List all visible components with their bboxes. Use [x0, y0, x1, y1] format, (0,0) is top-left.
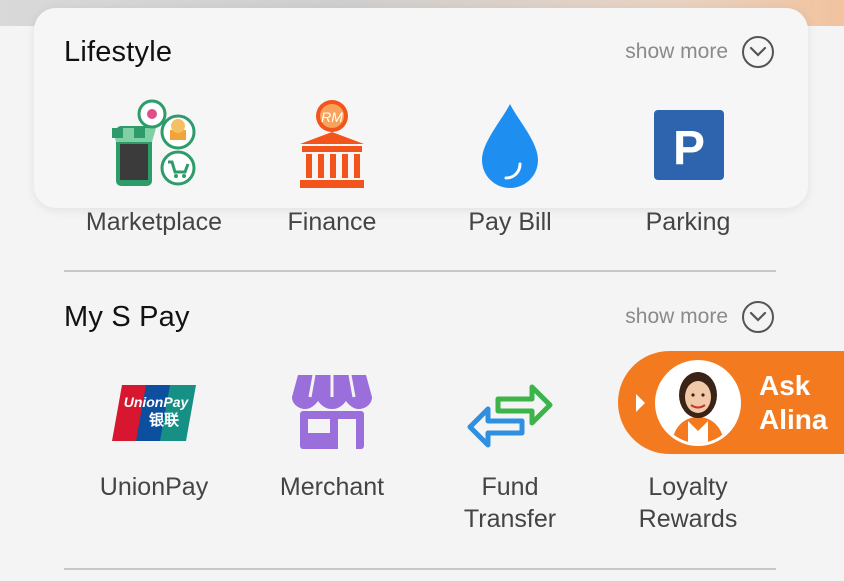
fund-transfer-icon — [420, 363, 600, 459]
water-drop-icon — [420, 98, 600, 194]
unionpay-brand-text: UnionPay — [124, 394, 190, 410]
finance-bank-icon: RM — [242, 98, 422, 194]
lifestyle-title: Lifestyle — [64, 36, 173, 68]
tile-label: Finance — [287, 208, 377, 236]
parking-letter: P — [673, 122, 705, 175]
tile-label: Parking — [645, 208, 731, 236]
lifestyle-item-pay-bill[interactable]: Pay Bill — [420, 98, 600, 238]
tile-label-line-2: Transfer — [463, 505, 557, 533]
marketplace-icon — [64, 98, 244, 194]
unionpay-icon: UnionPay 银联 — [64, 363, 244, 459]
ask-alina-text: Ask Alina — [759, 369, 827, 437]
tile-label-line-1: Loyalty — [648, 473, 728, 501]
my-s-pay-item-merchant[interactable]: Merchant — [242, 363, 422, 503]
unionpay-cn-text: 银联 — [149, 411, 180, 429]
play-arrow-icon — [636, 393, 645, 412]
merchant-store-icon — [242, 363, 422, 459]
lifestyle-item-finance[interactable]: RM Finance — [242, 98, 422, 238]
show-more-label: show more — [625, 40, 728, 63]
lifestyle-item-marketplace[interactable]: Marketplace — [64, 98, 244, 238]
lifestyle-item-parking[interactable]: P Parking — [598, 98, 778, 238]
ask-alina-button[interactable]: Ask Alina — [618, 351, 844, 454]
parking-icon: P — [598, 98, 778, 194]
tile-label: Pay Bill — [468, 208, 552, 236]
tile-label-line-2: Rewards — [638, 505, 738, 533]
tile-label: Fund Transfer — [420, 471, 600, 535]
tile-label-line-1: Fund — [481, 473, 539, 501]
ask-alina-line-1: Ask — [759, 369, 811, 401]
chevron-down-icon — [742, 36, 774, 68]
avatar — [655, 359, 741, 446]
tile-label: Loyalty Rewards — [598, 471, 778, 535]
my-s-pay-title: My S Pay — [64, 301, 190, 333]
section-divider — [64, 270, 776, 272]
show-more-label: show more — [625, 305, 728, 328]
finance-badge-text: RM — [321, 109, 343, 125]
my-s-pay-item-unionpay[interactable]: UnionPay 银联 UnionPay — [64, 363, 244, 503]
my-s-pay-item-fund-transfer[interactable]: Fund Transfer — [420, 363, 600, 535]
lifestyle-show-more-button[interactable]: show more — [625, 36, 774, 68]
my-s-pay-show-more-button[interactable]: show more — [625, 301, 774, 333]
section-divider — [64, 568, 776, 570]
tile-label: Merchant — [279, 473, 385, 501]
chevron-down-icon — [742, 301, 774, 333]
tile-label: Marketplace — [85, 208, 223, 236]
tile-label: UnionPay — [99, 473, 209, 501]
ask-alina-line-2: Alina — [759, 403, 828, 435]
